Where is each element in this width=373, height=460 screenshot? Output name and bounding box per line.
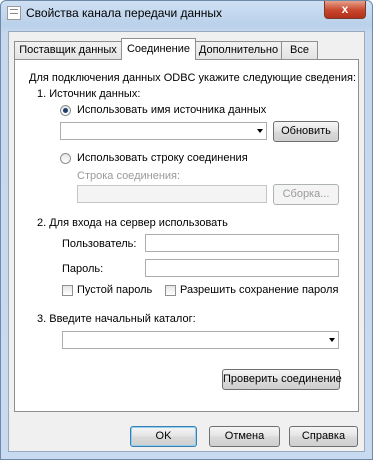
catalog-select[interactable] — [62, 331, 339, 349]
tab-all[interactable]: Все — [281, 41, 318, 59]
window-title: Свойства канала передачи данных — [26, 6, 223, 20]
use-dsn-radio[interactable] — [60, 105, 71, 116]
refresh-button[interactable]: Обновить — [273, 121, 339, 142]
blank-password-checkbox[interactable] — [62, 285, 73, 296]
close-button[interactable]: x — [324, 1, 366, 19]
use-conn-string-radio[interactable] — [60, 153, 71, 164]
dialog-client-area: Поставщик данных Соединение Дополнительн… — [8, 31, 365, 452]
tab-connection[interactable]: Соединение — [121, 38, 196, 60]
section2-label: 2. Для входа на сервер использовать — [37, 217, 228, 229]
chevron-down-icon — [257, 129, 263, 133]
password-field[interactable] — [145, 259, 339, 277]
window-icon — [7, 6, 21, 20]
conn-string-input — [78, 186, 266, 202]
allow-save-password-checkbox[interactable] — [165, 285, 176, 296]
user-field[interactable] — [145, 234, 339, 252]
tab-advanced[interactable]: Дополнительно — [195, 41, 282, 59]
catalog-input[interactable] — [63, 332, 338, 348]
dsn-select[interactable] — [60, 122, 267, 140]
help-button[interactable]: Справка — [289, 426, 358, 447]
allow-save-password-label[interactable]: Разрешить сохранение пароля — [180, 284, 338, 296]
user-label: Пользователь: — [62, 238, 137, 250]
section3-label: 3. Введите начальный каталог: — [37, 313, 196, 325]
user-input[interactable] — [146, 235, 338, 251]
tab-provider[interactable]: Поставщик данных — [14, 41, 122, 59]
ok-button[interactable]: OK — [130, 426, 197, 447]
password-label: Пароль: — [62, 263, 104, 275]
test-connection-button[interactable]: Проверить соединение — [222, 369, 342, 390]
cancel-button[interactable]: Отмена — [209, 426, 280, 447]
use-conn-string-label[interactable]: Использовать строку соединения — [77, 152, 248, 164]
dialog-window: Свойства канала передачи данных x Постав… — [0, 0, 373, 460]
blank-password-label[interactable]: Пустой пароль — [77, 284, 152, 296]
conn-string-field — [77, 185, 267, 203]
password-input[interactable] — [146, 260, 338, 276]
chevron-down-icon — [329, 338, 335, 342]
connection-panel: Для подключения данных ODBC укажите след… — [14, 59, 359, 412]
conn-string-label: Строка соединения: — [77, 170, 181, 182]
instruction-text: Для подключения данных ODBC укажите след… — [29, 72, 357, 84]
dsn-input[interactable] — [61, 123, 266, 139]
title-bar[interactable]: Свойства канала передачи данных x — [1, 1, 372, 27]
section1-label: 1. Источник данных: — [37, 88, 141, 100]
build-button: Сборка... — [273, 184, 339, 205]
use-dsn-label[interactable]: Использовать имя источника данных — [77, 104, 266, 116]
